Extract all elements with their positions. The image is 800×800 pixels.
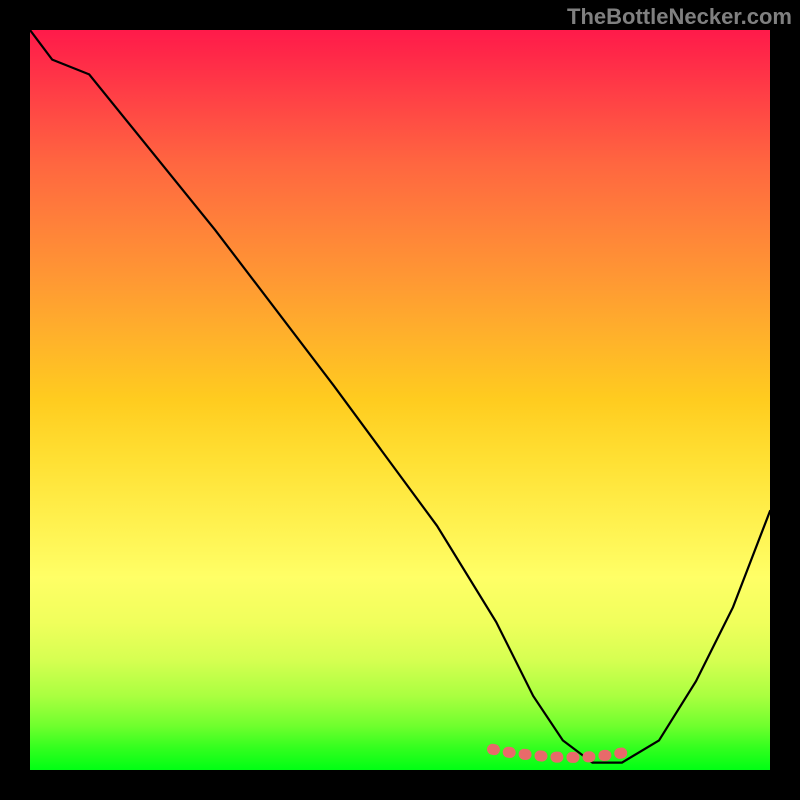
curve-layer [30,30,770,770]
watermark-text: TheBottleNecker.com [567,4,792,30]
chart-frame: TheBottleNecker.com [0,0,800,800]
plot-area [30,30,770,770]
bottleneck-curve [30,30,770,763]
highlight-segment [493,749,634,757]
